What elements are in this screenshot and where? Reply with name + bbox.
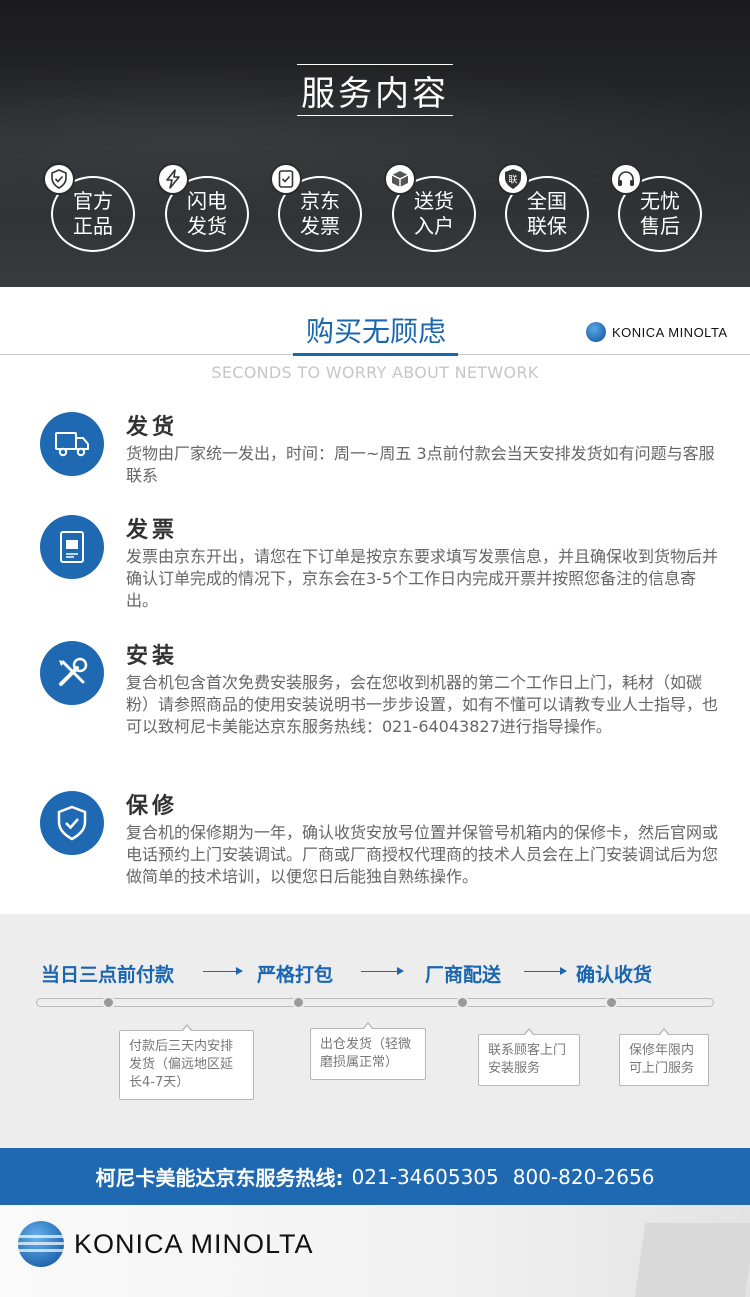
shield-check-icon — [40, 791, 104, 855]
process-step-payment: 当日三点前付款 — [41, 964, 175, 986]
footer-brand: KONICA MINOLTA — [0, 1205, 750, 1297]
process-note: 联系顾客上门 安装服务 — [478, 1028, 580, 1086]
feature-description: 复合机的保修期为一年，确认收货安放号位置并保管号机箱内的保修卡，然后官网或电话预… — [126, 823, 719, 886]
feature-title: 发货 — [126, 415, 179, 440]
feature-description: 复合机包含首次免费安装服务，会在您收到机器的第二个工作日上门，耗材（如碳粉）请参… — [126, 673, 719, 736]
feature-shipping: 发货 货物由厂家统一发出，时间：周一~周五 3点前付款会当天安排发货如有问题与客… — [40, 412, 720, 492]
arrow-right-icon — [361, 967, 404, 975]
brand-name: KONICA MINOLTA — [612, 324, 728, 340]
badge-label: 官方 正品 — [73, 189, 113, 238]
decor-shape — [634, 1223, 750, 1297]
feature-description: 货物由厂家统一发出，时间：周一~周五 3点前付款会当天安排发货如有问题与客服联系 — [126, 444, 715, 485]
hotline-label: 柯尼卡美能达京东服务热线: — [95, 1166, 344, 1190]
badge-label: 闪电 发货 — [187, 189, 227, 238]
process-flow: 当日三点前付款 严格打包 厂商配送 确认收货 付款后三天内安排 发货（偏远地区延长… — [0, 914, 750, 1148]
process-node — [456, 996, 469, 1009]
tools-icon — [40, 641, 104, 705]
section-subtitle: SECONDS TO WORRY ABOUT NETWORK — [211, 363, 539, 382]
process-note: 付款后三天内安排 发货（偏远地区延 长4-7天） — [119, 1024, 254, 1100]
arrow-right-icon — [203, 967, 243, 975]
badge-worry-free-aftersales: 无忧 售后 — [610, 163, 705, 253]
feature-installation: 安装 复合机包含首次免费安装服务，会在您收到机器的第二个工作日上门，耗材（如碳粉… — [40, 641, 720, 761]
hotline-phone-2[interactable]: 800-820-2656 — [513, 1165, 655, 1189]
konica-minolta-logo: KONICA MINOLTA — [18, 1221, 314, 1267]
badge-label: 无忧 售后 — [640, 189, 680, 238]
badge-label: 全国 联保 — [527, 189, 567, 238]
process-step-confirm: 确认收货 — [576, 964, 653, 986]
globe-icon — [586, 322, 606, 342]
badge-fast-shipping: 闪电 发货 — [157, 163, 252, 253]
feature-warranty: 保修 复合机的保修期为一年，确认收货安放号位置并保管号机箱内的保修卡，然后官网或… — [40, 791, 720, 891]
service-hotline-bar: 柯尼卡美能达京东服务热线: 021-34605305 800-820-2656 — [0, 1148, 750, 1205]
badge-national-warranty: 联 全国 联保 — [497, 163, 592, 253]
feature-title: 保修 — [126, 794, 179, 819]
banner-title-frame: 服务内容 — [297, 64, 453, 116]
service-banner: 服务内容 官方 正品 闪电 发货 京东 发票 送货 入户 联 全国 联保 无忧 … — [0, 0, 750, 287]
process-step-delivery: 厂商配送 — [425, 964, 502, 986]
process-note: 保修年限内 可上门服务 — [619, 1028, 709, 1086]
process-node — [292, 996, 305, 1009]
process-note: 出仓发货（轻微 磨损属正常） — [310, 1022, 426, 1080]
badge-official-genuine: 官方 正品 — [43, 163, 138, 253]
section-title: 购买无顾虑 — [305, 315, 446, 348]
badge-label: 京东 发票 — [300, 189, 340, 238]
process-node — [102, 996, 115, 1009]
invoice-icon — [40, 515, 104, 579]
banner-title: 服务内容 — [301, 73, 449, 114]
feature-title: 安装 — [126, 644, 179, 669]
hotline-phone-1[interactable]: 021-34605305 — [352, 1165, 499, 1189]
truck-icon — [40, 412, 104, 476]
badge-jd-invoice: 京东 发票 — [270, 163, 365, 253]
feature-description: 发票由京东开出，请您在下订单是按京东要求填写发票信息，并且确保收到货物后并确认订… — [126, 547, 719, 610]
process-node — [605, 996, 618, 1009]
arrow-right-icon — [524, 967, 567, 975]
feature-invoice: 发票 发票由京东开出，请您在下订单是按京东要求填写发票信息，并且确保收到货物后并… — [40, 515, 720, 615]
process-step-packing: 严格打包 — [257, 964, 334, 986]
section-divider-accent — [293, 353, 458, 356]
badge-home-delivery: 送货 入户 — [384, 163, 479, 253]
feature-title: 发票 — [126, 518, 179, 543]
svg-text:联: 联 — [508, 175, 517, 186]
konica-minolta-logo: KONICA MINOLTA — [586, 322, 728, 342]
brand-name: KONICA MINOLTA — [74, 1228, 314, 1259]
badge-label: 送货 入户 — [414, 189, 454, 238]
globe-icon — [18, 1221, 64, 1267]
